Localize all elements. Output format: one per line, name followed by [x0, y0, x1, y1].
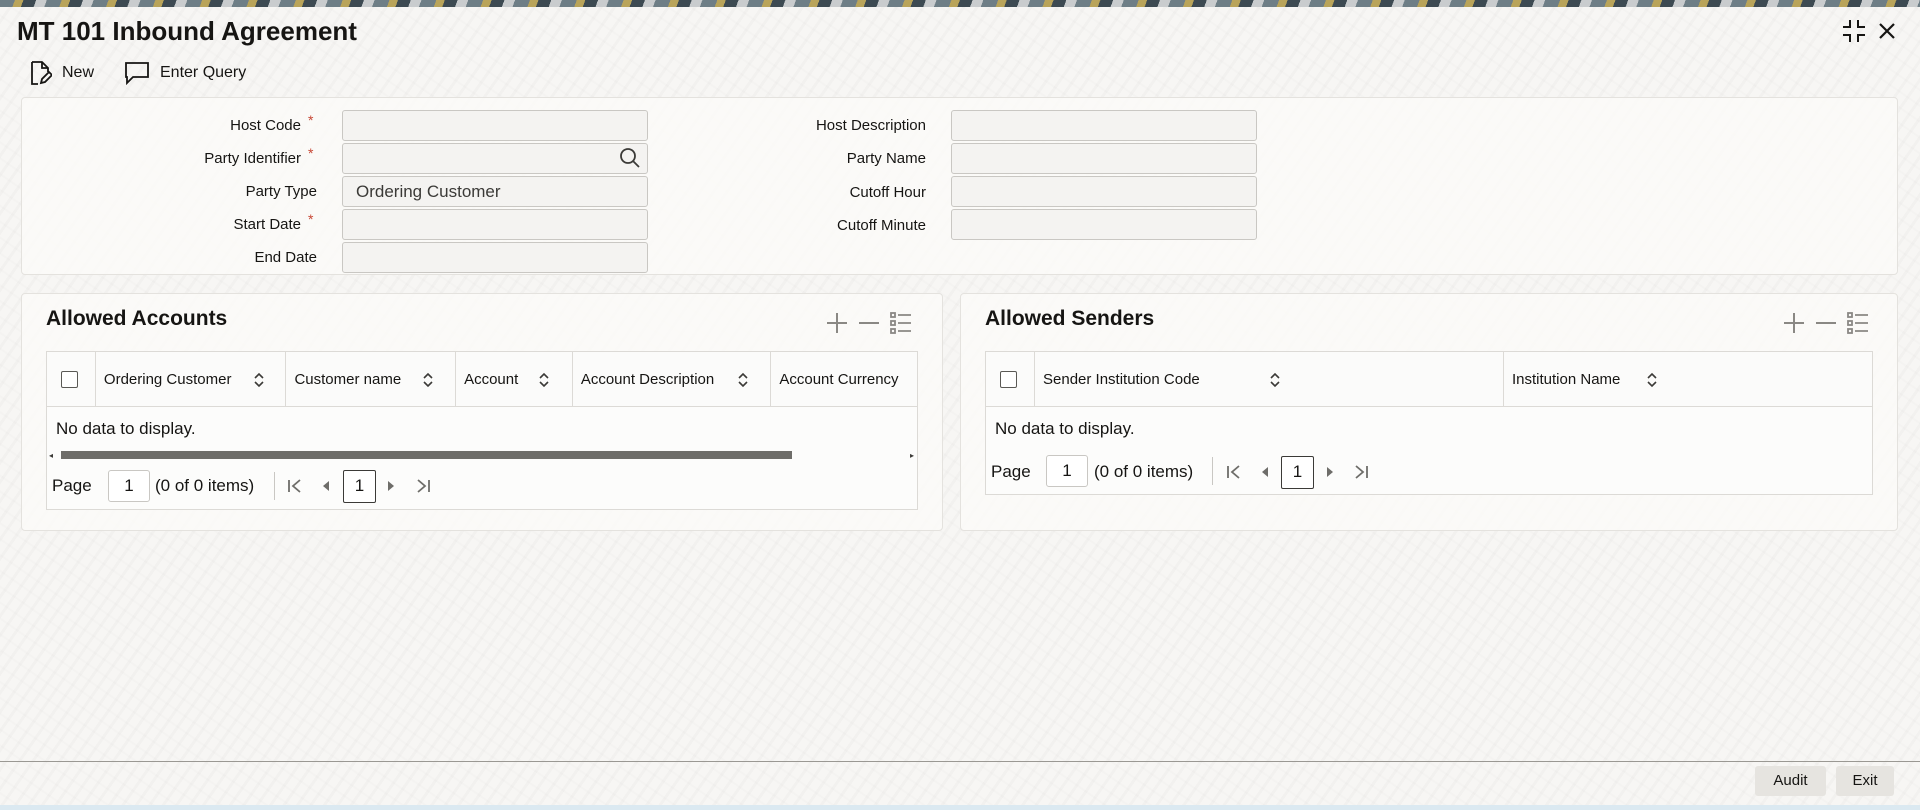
audit-button[interactable]: Audit	[1755, 766, 1826, 796]
pager-divider	[274, 472, 275, 500]
previous-page-icon[interactable]	[319, 478, 333, 494]
allowed-accounts-title: Allowed Accounts	[46, 307, 228, 330]
party-type-label: Party Type	[245, 183, 317, 200]
allowed-senders-toolbar	[1782, 311, 1870, 335]
senders-page-input[interactable]: 1	[1046, 455, 1088, 487]
enter-query-label: Enter Query	[160, 64, 247, 81]
party-identifier-label: Party Identifier	[204, 150, 301, 167]
column-account[interactable]: Account	[456, 352, 573, 406]
required-indicator: *	[308, 145, 314, 161]
sort-icon[interactable]	[422, 372, 434, 388]
column-header-label: Account	[464, 370, 519, 388]
column-account-currency[interactable]: Account Currency	[771, 352, 917, 406]
allowed-senders-header: Sender Institution Code Institution Name	[985, 351, 1873, 407]
footer-divider	[0, 761, 1920, 762]
end-date-label: End Date	[254, 249, 317, 266]
column-account-description[interactable]: Account Description	[573, 352, 772, 406]
pager-divider	[1212, 457, 1213, 485]
status-bar	[0, 805, 1920, 810]
single-record-view-icon[interactable]	[1846, 311, 1870, 335]
party-identifier-input[interactable]	[342, 143, 648, 174]
delete-row-icon[interactable]	[1814, 311, 1838, 335]
senders-items-count: (0 of 0 items)	[1094, 462, 1194, 481]
allowed-accounts-empty-text: No data to display.	[56, 419, 196, 438]
column-ordering-customer[interactable]: Ordering Customer	[96, 352, 287, 406]
delete-row-icon[interactable]	[857, 311, 881, 335]
query-bubble-icon	[125, 62, 149, 85]
accounts-page-label: Page	[52, 476, 92, 495]
new-button-label: New	[62, 64, 95, 81]
allowed-senders-title: Allowed Senders	[985, 307, 1155, 330]
accounts-page-input[interactable]: 1	[108, 470, 150, 502]
collapse-icon[interactable]	[1841, 18, 1867, 44]
exit-button[interactable]: Exit	[1836, 766, 1894, 796]
column-header-label: Sender Institution Code	[1043, 370, 1200, 388]
column-header-label: Account Currency	[779, 370, 899, 388]
allowed-senders-empty-text: No data to display.	[995, 419, 1135, 438]
single-record-view-icon[interactable]	[889, 311, 913, 335]
column-header-label: Ordering Customer	[103, 370, 232, 388]
host-code-label: Host Code	[230, 117, 301, 134]
start-date-label: Start Date	[233, 216, 301, 233]
page-title: MT 101 Inbound Agreement	[17, 16, 357, 46]
last-page-icon[interactable]	[414, 478, 432, 494]
first-page-icon[interactable]	[286, 478, 304, 494]
end-date-input[interactable]	[342, 242, 648, 273]
next-page-icon[interactable]	[384, 478, 398, 494]
select-all-checkbox[interactable]	[61, 370, 78, 388]
scrollbar-thumb[interactable]	[61, 451, 792, 459]
party-type-input[interactable]: Ordering Customer	[342, 176, 648, 207]
accounts-current-page[interactable]: 1	[343, 470, 376, 503]
senders-page-label: Page	[991, 462, 1031, 481]
sort-icon[interactable]	[253, 372, 265, 388]
required-indicator: *	[308, 211, 314, 227]
cutoff-minute-label: Cutoff Minute	[837, 217, 926, 234]
select-all-cell	[47, 352, 96, 406]
host-description-input[interactable]	[951, 110, 1257, 141]
horizontal-scrollbar[interactable]: ◂ ▸	[49, 450, 914, 460]
scroll-left-icon[interactable]: ◂	[49, 451, 53, 460]
next-page-icon[interactable]	[1323, 464, 1337, 480]
select-all-cell	[986, 352, 1035, 406]
column-header-label: Institution Name	[1512, 370, 1621, 388]
sort-icon[interactable]	[1269, 372, 1281, 388]
senders-current-page[interactable]: 1	[1281, 456, 1314, 489]
last-page-icon[interactable]	[1352, 464, 1370, 480]
column-sender-institution-code[interactable]: Sender Institution Code	[1035, 352, 1504, 406]
cutoff-hour-input[interactable]	[951, 176, 1257, 207]
select-all-checkbox[interactable]	[1000, 370, 1017, 388]
start-date-input[interactable]	[342, 209, 648, 240]
header-banner	[0, 0, 1920, 7]
new-button[interactable]: New	[28, 60, 94, 86]
search-icon[interactable]	[619, 147, 641, 169]
party-name-label: Party Name	[846, 150, 926, 167]
allowed-accounts-header: Ordering Customer Customer name Account …	[46, 351, 918, 407]
party-name-input[interactable]	[951, 143, 1257, 174]
add-row-icon[interactable]	[1782, 311, 1806, 335]
required-indicator: *	[308, 112, 314, 128]
column-header-label: Account Description	[580, 370, 715, 388]
sort-icon[interactable]	[538, 372, 550, 388]
enter-query-button[interactable]: Enter Query	[124, 60, 246, 86]
first-page-icon[interactable]	[1225, 464, 1243, 480]
cutoff-hour-label: Cutoff Hour	[849, 184, 926, 201]
close-icon[interactable]	[1874, 18, 1900, 44]
column-customer-name[interactable]: Customer name	[286, 352, 457, 406]
allowed-accounts-toolbar	[825, 311, 913, 335]
column-institution-name[interactable]: Institution Name	[1504, 352, 1872, 406]
cutoff-minute-input[interactable]	[951, 209, 1257, 240]
sort-icon[interactable]	[1646, 372, 1658, 388]
add-row-icon[interactable]	[825, 311, 849, 335]
scroll-right-icon[interactable]: ▸	[910, 451, 914, 460]
accounts-items-count: (0 of 0 items)	[155, 476, 255, 495]
host-code-input[interactable]	[342, 110, 648, 141]
host-description-label: Host Description	[815, 117, 926, 134]
previous-page-icon[interactable]	[1258, 464, 1272, 480]
column-header-label: Customer name	[294, 370, 402, 388]
sort-icon[interactable]	[737, 372, 749, 388]
new-document-icon	[31, 61, 52, 85]
